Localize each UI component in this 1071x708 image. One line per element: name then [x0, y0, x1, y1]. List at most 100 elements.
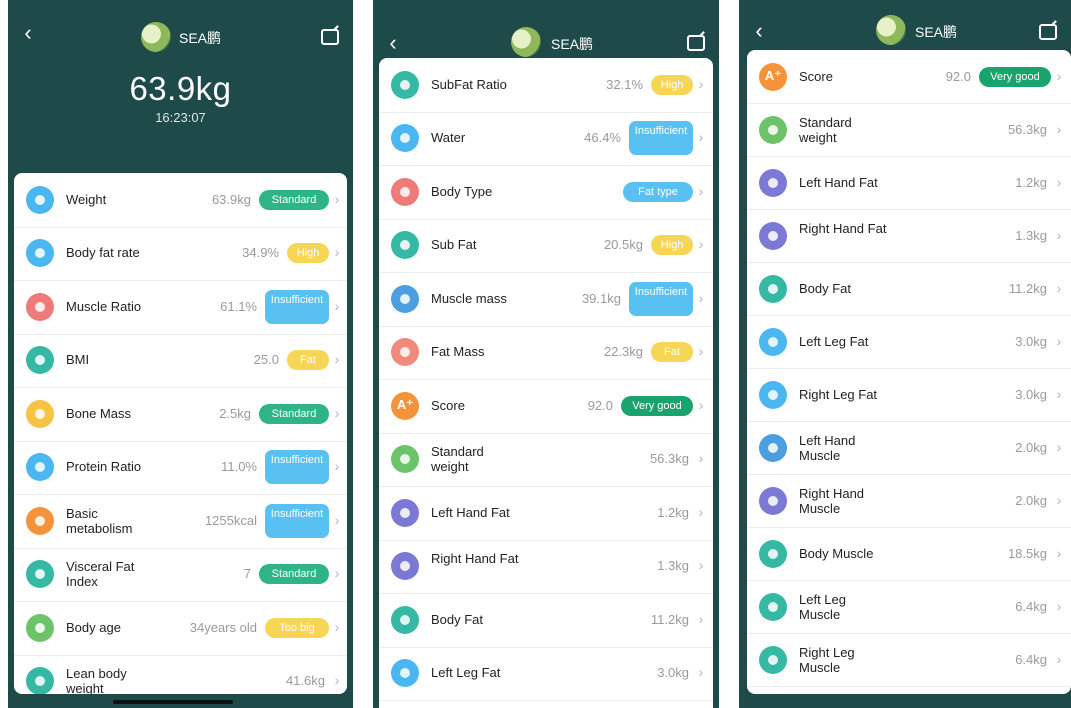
left-leg-fat-icon — [759, 327, 787, 356]
item-value: 3.0kg — [1015, 333, 1047, 349]
item-value: 39.1kg — [581, 290, 621, 306]
list-item[interactable]: Body Type Fat type › — [379, 165, 713, 220]
list-item[interactable]: Right Hand Muscle 2.0kg › — [747, 474, 1071, 528]
item-label: Fat Mass — [431, 344, 485, 360]
item-value: 6.4kg — [1015, 598, 1047, 614]
phone-screen-2: ‹ SEA鹏 SubFat Ratio High 32.1% › Water Insuff… — [373, 0, 719, 708]
item-label: Body age — [66, 619, 121, 635]
list-item[interactable]: Fat Mass Fat 22.3kg › — [379, 326, 713, 380]
item-label: Sub Fat — [431, 237, 477, 253]
list-item[interactable]: Right Leg Fat 3.0kg › — [747, 368, 1071, 422]
list-item[interactable]: Standard weight 56.3kg › — [747, 103, 1071, 157]
list-item[interactable]: Left Hand Fat 1.2kg › — [747, 156, 1071, 210]
age-icon — [26, 613, 54, 642]
phone-screen-1: ‹ SEA鹏 63.9kg 16:23:07 Weight Standard 63.… — [8, 0, 353, 708]
chevron-right-icon: › — [334, 672, 340, 689]
left-hand-fat-icon — [391, 498, 419, 527]
item-value: 56.3kg — [649, 451, 689, 467]
share-icon[interactable] — [1039, 24, 1057, 40]
status-badge: Standard — [259, 564, 329, 585]
back-icon[interactable]: ‹ — [749, 18, 769, 44]
item-label: Left Leg Fat — [799, 333, 869, 349]
list-item[interactable]: Visceral Fat Index Standard 7 › — [14, 548, 347, 602]
item-label: Basic metabolism — [66, 505, 133, 536]
chevron-right-icon: › — [698, 236, 704, 253]
list-item[interactable]: Left Leg Muscle 6.4kg › — [747, 580, 1071, 634]
item-label: Right Leg Fat — [799, 386, 878, 402]
back-icon[interactable]: ‹ — [18, 20, 38, 46]
list-item[interactable]: Bone Mass Standard 2.5kg › — [14, 387, 347, 442]
right-leg-fat-icon — [759, 380, 787, 409]
item-label: Right Hand Fat — [799, 220, 887, 236]
list-item[interactable]: Muscle Ratio Insufficient 61.1% › — [14, 280, 347, 335]
standard-weight-icon — [391, 445, 419, 474]
item-label: Body Muscle — [799, 545, 874, 561]
list-item[interactable]: Standard weight 56.3kg › — [379, 433, 713, 487]
list-item[interactable]: Body Fat 11.2kg › — [747, 262, 1071, 316]
item-label: Water — [431, 130, 466, 146]
avatar[interactable] — [511, 27, 541, 57]
item-label: Right Hand Muscle — [799, 485, 865, 516]
list-item[interactable]: Lean body weight 41.6kg › — [14, 655, 347, 694]
back-icon[interactable]: ‹ — [383, 30, 403, 56]
list-item[interactable]: Left Hand Fat 1.2kg › — [379, 486, 713, 541]
share-icon[interactable] — [687, 35, 705, 51]
home-indicator — [113, 700, 233, 704]
list-item[interactable]: Protein Ratio Insufficient 11.0% › — [14, 441, 347, 495]
fat-mass-icon — [391, 338, 419, 367]
avatar[interactable] — [876, 15, 906, 45]
list-item[interactable]: BMI Fat 25.0 › — [14, 334, 347, 388]
status-badge: Insufficient — [265, 289, 329, 324]
list-item[interactable]: Left Leg Fat 3.0kg › — [379, 647, 713, 701]
metrics-list: Weight Standard 63.9kg › Body fat rate High 34… — [14, 173, 347, 694]
chevron-right-icon: › — [698, 129, 704, 146]
list-item[interactable]: A⁺ Score Very good 92.0 › — [379, 379, 713, 434]
status-badge: Insufficient — [265, 503, 329, 538]
list-item[interactable]: Left Leg Fat 3.0kg › — [747, 315, 1071, 369]
list-item[interactable]: Body Muscle 18.5kg › — [747, 527, 1071, 581]
item-label: Left Leg Muscle — [799, 591, 846, 622]
item-value: 11.2kg — [650, 611, 689, 627]
status-badge: High — [651, 235, 693, 256]
chevron-right-icon: › — [334, 244, 340, 261]
item-label: Left Hand Fat — [431, 504, 510, 520]
list-item[interactable]: SubFat Ratio High 32.1% › — [379, 58, 713, 113]
status-badge: Fat — [651, 342, 693, 363]
item-label: Muscle mass — [431, 290, 507, 306]
list-item[interactable]: Muscle mass Insufficient 39.1kg › — [379, 272, 713, 327]
item-label: Body Fat — [799, 280, 852, 296]
user-name: SEA鹏 — [179, 30, 222, 46]
item-label: Protein Ratio — [66, 459, 142, 475]
status-badge: Fat type — [623, 181, 693, 202]
chevron-right-icon: › — [698, 182, 704, 199]
avatar[interactable] — [141, 22, 171, 52]
item-value: 56.3kg — [1007, 121, 1047, 137]
list-item[interactable]: Body age Too big 34years old › — [14, 601, 347, 656]
left-leg-muscle-icon — [759, 592, 787, 621]
list-item[interactable]: Body Fat 11.2kg › — [379, 593, 713, 648]
list-item[interactable]: Weight Standard 63.9kg › — [14, 173, 347, 228]
list-item[interactable]: Right Hand Fat 1.3kg › — [379, 540, 713, 594]
bmi-icon — [26, 346, 54, 375]
status-badge: Insufficient — [629, 281, 693, 316]
item-value: 2.0kg — [1015, 492, 1047, 508]
user-name: SEA鹏 — [915, 24, 958, 40]
list-item[interactable]: Right Leg Muscle 6.4kg › — [747, 633, 1071, 687]
share-icon[interactable] — [321, 29, 339, 45]
list-item[interactable]: Right Hand Fat 1.3kg › — [747, 209, 1071, 263]
chevron-right-icon: › — [334, 511, 340, 528]
list-item[interactable]: Body fat rate High 34.9% › — [14, 227, 347, 281]
list-item[interactable]: A⁺ Score Very good 92.0 › — [747, 50, 1071, 104]
list-item[interactable]: Sub Fat High 20.5kg › — [379, 219, 713, 273]
list-item[interactable]: Basic metabolism Insufficient 1255kcal › — [14, 494, 347, 549]
list-item[interactable]: Left Hand Muscle 2.0kg › — [747, 421, 1071, 475]
metrics-list: SubFat Ratio High 32.1% › Water Insufficient 4… — [379, 58, 713, 708]
metrics-list: A⁺ Score Very good 92.0 › Standard weight 56.3… — [747, 50, 1071, 694]
body-type-icon — [391, 177, 419, 206]
left-hand-fat-icon — [759, 168, 787, 197]
status-badge: Very good — [621, 395, 693, 416]
left-hand-muscle-icon — [759, 433, 787, 462]
status-badge: Insufficient — [629, 121, 693, 156]
list-item[interactable]: Water Insufficient 46.4% › — [379, 112, 713, 166]
item-value: 92.0 — [945, 68, 971, 84]
